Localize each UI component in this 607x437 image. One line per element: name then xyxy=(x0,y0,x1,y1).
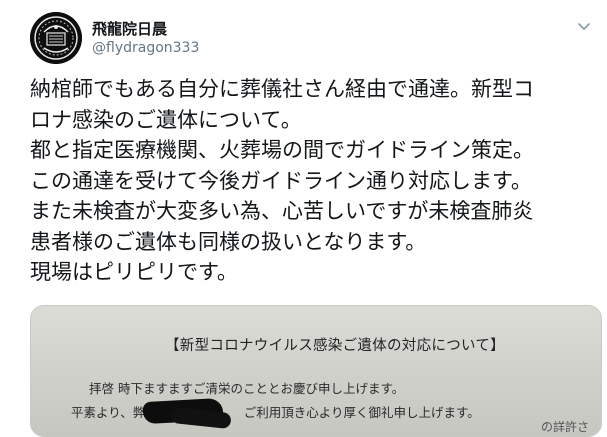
document-line: 拝啓 時下ますますご清栄のこととお慶び申し上げます。 xyxy=(89,381,405,396)
author-display-name[interactable]: 飛龍院日晨 xyxy=(92,18,167,39)
tweet-line: 患者様のご遺体も同様の扱いとなります。 xyxy=(30,229,427,254)
tweet-line: ロナ感染のご遺体について。 xyxy=(30,107,302,132)
ornate-emblem-avatar-icon xyxy=(30,12,82,64)
author-handle[interactable]: @flydragon333 xyxy=(92,40,199,56)
tweet-line: この通達を受けて今後ガイドライン通り対応します。 xyxy=(30,168,532,193)
tweet-line: 都と指定医療機関、火葬場の間でガイドライン策定。 xyxy=(30,138,534,162)
chevron-down-icon xyxy=(578,23,590,30)
avatar[interactable] xyxy=(30,12,82,64)
tweet-line: 納棺師でもある自分に葬儀社さん経由で通達。新型コ xyxy=(30,77,534,101)
tweet-menu-button[interactable] xyxy=(577,18,591,32)
tweet-text: 納棺師でもある自分に葬儀社さん経由で通達。新型コ ロナ感染のご遺体について。 都… xyxy=(30,74,600,288)
tweet-card: 飛龍院日晨 @flydragon333 納棺師でもある自分に葬儀社さん経由で通達… xyxy=(0,0,607,437)
document-text: ご利用頂き心より厚く御礼申し上げます。 xyxy=(243,405,480,420)
document-line: 平素より、弊社 ご利用頂き心より厚く御礼申し上げます。 xyxy=(71,402,480,421)
tweet-line: また未検査が大変多い為、心苦しいですが未検査肺炎 xyxy=(30,199,534,223)
document-fragment: の詳許さ xyxy=(541,420,590,434)
attached-photo[interactable]: 【新型コロナウイルス感染ご遺体の対応について】 拝啓 時下ますますご清栄のことと… xyxy=(30,305,602,437)
document-title: 【新型コロナウイルス感染ご遺体の対応について】 xyxy=(165,338,505,354)
tweet-line: 現場はピリピリです。 xyxy=(30,260,238,284)
